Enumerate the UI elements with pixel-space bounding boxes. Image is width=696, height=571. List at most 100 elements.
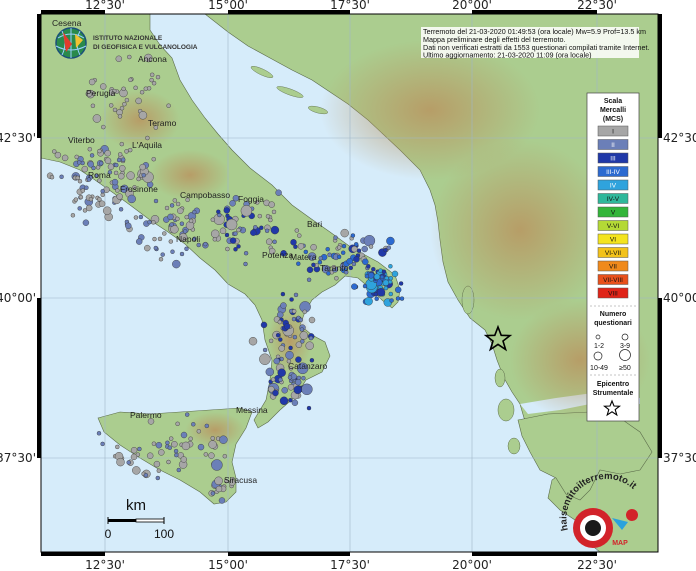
questionnaire-dot [248,337,258,346]
city-label: Matera [290,252,317,262]
questionnaire-dot [143,86,149,91]
questionnaire-dot [153,198,159,204]
questionnaire-dot [151,220,156,225]
questionnaire-dot [308,335,314,341]
questionnaire-dot [117,152,123,157]
questionnaire-dot [291,399,299,406]
ingv-logo-line2: DI GEOFISICA E VULCANOLOGIA [93,44,198,51]
questionnaire-dot [116,157,122,163]
questionnaire-dot [305,341,314,350]
questionnaire-dot [373,273,381,280]
questionnaire-dot [275,189,282,196]
questionnaire-dot [398,281,404,286]
questionnaire-dot [311,262,316,268]
questionnaire-dot [395,286,402,293]
lat-label-left-3: 37°30' [0,451,36,465]
questionnaire-dot [233,231,238,236]
info-box: Terremoto del 21-03-2020 01:49:53 (ora l… [421,27,650,60]
questionnaire-dot [279,396,289,405]
questionnaire-dot [363,234,376,247]
questionnaire-dot [75,175,80,181]
questionnaire-dot [100,188,105,194]
questionnaire-dot [122,101,127,107]
questionnaire-dot [89,153,95,158]
questionnaire-dot [388,291,393,297]
questionnaire-dot [108,103,114,108]
questionnaire-dot [351,283,358,290]
questionnaire-dot [280,302,287,309]
lon-label-top-5: 22°30' [577,0,617,12]
questionnaire-dot [180,456,188,463]
questionnaire-dot [376,288,386,297]
questionnaire-dot [308,316,316,324]
questionnaire-dot [214,476,223,485]
questionnaire-dot [299,327,305,332]
legend-swatch-label: I [612,129,614,136]
questionnaire-dot [165,440,170,445]
legend-swatch-label: VI [610,237,616,244]
lon-label-top-4: 20°00' [452,0,492,12]
lat-labels-left: 42°30' 40°00' 37°30' [0,131,36,465]
questionnaire-dot [179,221,185,226]
questionnaire-dot [182,229,188,234]
city-label: Catanzaro [288,361,327,371]
questionnaire-dot [153,460,161,468]
lon-label-bottom-1: 12°30' [85,558,125,571]
questionnaire-dot [268,217,273,223]
questionnaire-dot [293,385,302,395]
questionnaire-dot [170,249,175,254]
questionnaire-dot [292,334,298,340]
questionnaire-dot [336,254,342,260]
questionnaire-dot [175,421,180,426]
questionnaire-dot [262,347,268,353]
questionnaire-dot [157,236,163,242]
questionnaire-dot [77,206,82,211]
questionnaire-dot [124,149,129,154]
questionnaire-dot [115,188,120,193]
questionnaire-dot [236,244,241,249]
questionnaire-dot [188,218,194,224]
questionnaire-dot [49,174,55,180]
questionnaire-dot [191,422,196,427]
legend-epicenter-title-1: Epicentro [597,381,629,388]
questionnaire-dot [272,389,279,397]
questionnaire-dot [96,431,102,436]
questionnaire-dot [334,276,339,281]
questionnaire-dot [197,443,205,451]
questionnaire-dot [128,77,133,83]
questionnaire-dot [158,257,164,262]
scale-start: 0 [105,527,112,541]
questionnaire-dot [333,235,338,240]
legend-count-4: ≥50 [619,365,631,372]
questionnaire-dot [119,141,125,147]
questionnaire-dot [299,331,308,340]
questionnaire-dot [76,160,82,165]
questionnaire-dot [167,213,174,221]
questionnaire-dot [229,200,236,207]
questionnaire-dot [70,213,76,218]
legend-swatch-label: VIII [608,291,618,298]
questionnaire-dot [101,124,106,130]
questionnaire-dot [130,447,138,454]
questionnaire-dot [54,151,62,159]
questionnaire-dot [388,276,393,281]
questionnaire-dot [184,412,190,417]
questionnaire-dot [141,172,146,178]
questionnaire-dot [271,377,276,382]
questionnaire-dot [260,321,268,329]
questionnaire-dot [133,215,139,220]
questionnaire-dot [203,452,209,457]
questionnaire-dot [240,205,253,217]
questionnaire-dot [98,161,104,166]
questionnaire-dot [389,298,394,303]
questionnaire-dot [288,345,293,351]
questionnaire-dot [179,251,185,257]
questionnaire-dot [138,111,148,120]
questionnaire-dot [100,441,105,447]
questionnaire-dot [381,269,387,274]
city-label: Bari [307,219,322,229]
legend-count-2: 3-9 [620,343,630,350]
questionnaire-dot [210,229,220,239]
questionnaire-dot [287,384,295,391]
questionnaire-dot [149,72,155,78]
